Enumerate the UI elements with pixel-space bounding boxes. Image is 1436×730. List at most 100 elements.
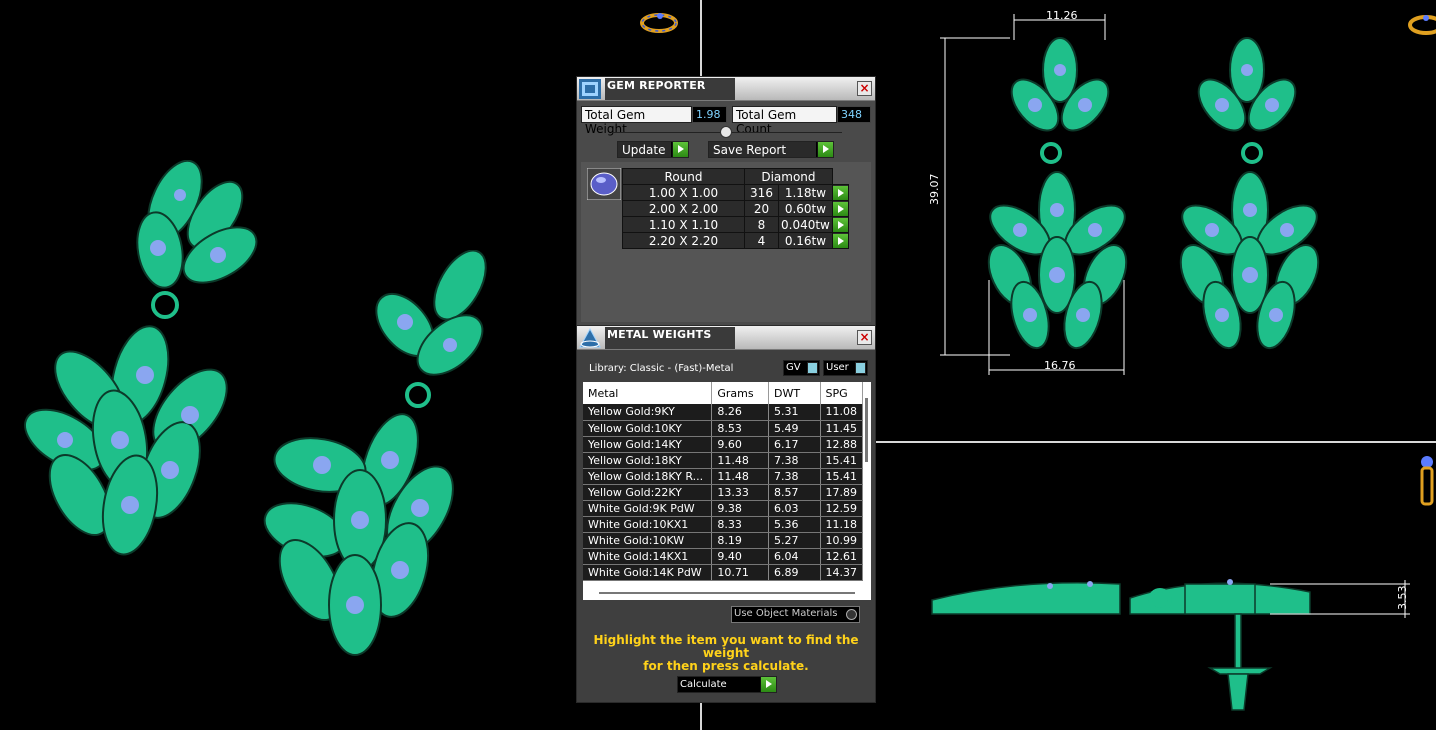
metal-row[interactable]: Yellow Gold:9KY 8.26 5.31 11.08 [583,404,863,421]
ring-view-icon[interactable] [638,10,680,36]
gem-row-select-button[interactable] [831,200,849,217]
metal-name: Yellow Gold:18KY R... [583,468,713,485]
use-object-materials-label: Use Object Materials [734,608,838,619]
play-icon[interactable] [832,233,848,248]
metal-row[interactable]: Yellow Gold:22KY 13.33 8.57 17.89 [583,484,863,501]
gem-row-select-button[interactable] [831,184,849,201]
play-icon[interactable] [832,217,848,232]
dimension-width-bottom: 16.76 [1044,359,1076,372]
user-toggle-indicator[interactable] [855,362,866,374]
metal-row[interactable]: Yellow Gold:18KY R... 11.48 7.38 15.41 [583,468,863,485]
play-icon[interactable] [672,142,688,157]
gem-weight: 0.60tw [778,200,833,217]
metal-dwt: 7.38 [768,468,821,485]
metal-row[interactable]: White Gold:14K PdW 10.71 6.89 14.37 [583,564,863,581]
metal-name: Yellow Gold:22KY [583,484,713,501]
vertical-scroll-thumb[interactable] [865,398,868,462]
ring-side-view-icon[interactable] [1418,452,1436,508]
metal-column-header[interactable]: Metal [583,382,713,404]
close-icon[interactable]: × [857,330,872,345]
metal-weights-titlebar[interactable]: METAL WEIGHTS × [577,326,875,350]
metal-spg: 10.99 [820,532,863,549]
dimension-lines-front [940,14,1125,375]
gv-toggle[interactable]: GV [783,360,820,376]
gem-count: 20 [744,200,779,217]
metal-name: Yellow Gold:10KY [583,420,713,437]
gem-count: 316 [744,184,779,201]
metal-name: White Gold:14K PdW [583,564,713,581]
earring-perspective-right[interactable] [260,250,500,670]
metal-dwt: 6.04 [768,548,821,565]
play-icon[interactable] [817,142,833,157]
metal-row[interactable]: White Gold:14KX1 9.40 6.04 12.61 [583,548,863,565]
metal-dwt: 6.03 [768,500,821,517]
gem-size: 2.00 X 2.00 [622,200,745,217]
gem-row[interactable]: 2.00 X 2.00 20 0.60tw [622,200,849,217]
save-report-button[interactable]: Save Report [708,141,834,158]
metal-spg: 17.89 [820,484,863,501]
metal-grams: 9.60 [711,436,770,453]
metal-table-horizontal-scrollbar[interactable] [599,592,855,594]
total-gem-weight-value: 1.98 [692,106,727,123]
metal-grams: 10.71 [711,564,770,581]
metal-name: Yellow Gold:18KY [583,452,713,469]
metal-spg: 15.41 [820,468,863,485]
gem-report-area: Round Diamond 1.00 X 1.00 316 1.18tw 2.0… [581,162,871,322]
dimension-height: 39.07 [928,173,941,206]
metal-dwt: 8.57 [768,484,821,501]
update-button[interactable]: Update [617,141,689,158]
metal-row[interactable]: Yellow Gold:14KY 9.60 6.17 12.88 [583,436,863,453]
gv-toggle-indicator[interactable] [807,362,818,374]
play-icon[interactable] [832,201,848,216]
use-object-materials-toggle[interactable]: Use Object Materials [731,606,860,623]
spg-column-header[interactable]: SPG [820,382,863,404]
metal-row[interactable]: Yellow Gold:10KY 8.53 5.49 11.45 [583,420,863,437]
gem-row-select-button[interactable] [831,232,849,249]
gem-row[interactable]: 1.10 X 1.10 8 0.040tw [622,216,849,233]
gem-count: 8 [744,216,779,233]
user-toggle-label: User [824,361,854,375]
dwt-column-header[interactable]: DWT [768,382,821,404]
ring-view-icon-right[interactable] [1408,12,1436,38]
metal-name: White Gold:10KX1 [583,516,713,533]
metal-grams: 9.40 [711,548,770,565]
earring-front-view-right[interactable] [1172,35,1322,360]
user-toggle[interactable]: User [823,360,868,376]
earring-side-view[interactable] [930,570,1420,720]
gv-toggle-label: GV [784,361,806,375]
radio-icon[interactable] [846,609,857,620]
close-icon[interactable]: × [857,81,872,96]
metal-row[interactable]: Yellow Gold:18KY 11.48 7.38 15.41 [583,452,863,469]
calculate-hint-line2: for then press calculate. [643,659,809,673]
total-gem-count-label: Total Gem Count [732,106,837,136]
metal-grams: 8.26 [711,404,770,421]
metal-dwt: 5.27 [768,532,821,549]
metal-name: White Gold:9K PdW [583,500,713,517]
gem-reporter-titlebar[interactable]: GEM REPORTER × [577,77,875,101]
grams-column-header[interactable]: Grams [711,382,770,404]
metal-spg: 15.41 [820,452,863,469]
earring-perspective-left[interactable] [20,160,270,580]
library-label: Library: Classic - (Fast)-Metal [589,363,734,374]
metal-row[interactable]: White Gold:9K PdW 9.38 6.03 12.59 [583,500,863,517]
metal-table-vertical-scrollbar[interactable] [865,398,869,578]
play-icon[interactable] [760,677,776,692]
gem-row-select-button[interactable] [831,216,849,233]
viewport-divider-horizontal[interactable] [876,441,1436,443]
update-button-label: Update [618,142,671,157]
metal-grams: 13.33 [711,484,770,501]
metal-grams: 8.53 [711,420,770,437]
play-icon[interactable] [832,185,848,200]
metal-row[interactable]: White Gold:10KX1 8.33 5.36 11.18 [583,516,863,533]
gem-row[interactable]: 1.00 X 1.00 316 1.18tw [622,184,849,201]
metal-spg: 11.18 [820,516,863,533]
metal-name: White Gold:14KX1 [583,548,713,565]
calculate-button[interactable]: Calculate [677,676,777,693]
metal-grams: 11.48 [711,452,770,469]
metal-row[interactable]: White Gold:10KW 8.19 5.27 10.99 [583,532,863,549]
gem-row[interactable]: 2.20 X 2.20 4 0.16tw [622,232,849,249]
collapse-button[interactable] [720,126,732,138]
metal-weights-title: METAL WEIGHTS [605,327,735,349]
metal-grams: 8.19 [711,532,770,549]
gem-weight: 0.040tw [778,216,833,233]
